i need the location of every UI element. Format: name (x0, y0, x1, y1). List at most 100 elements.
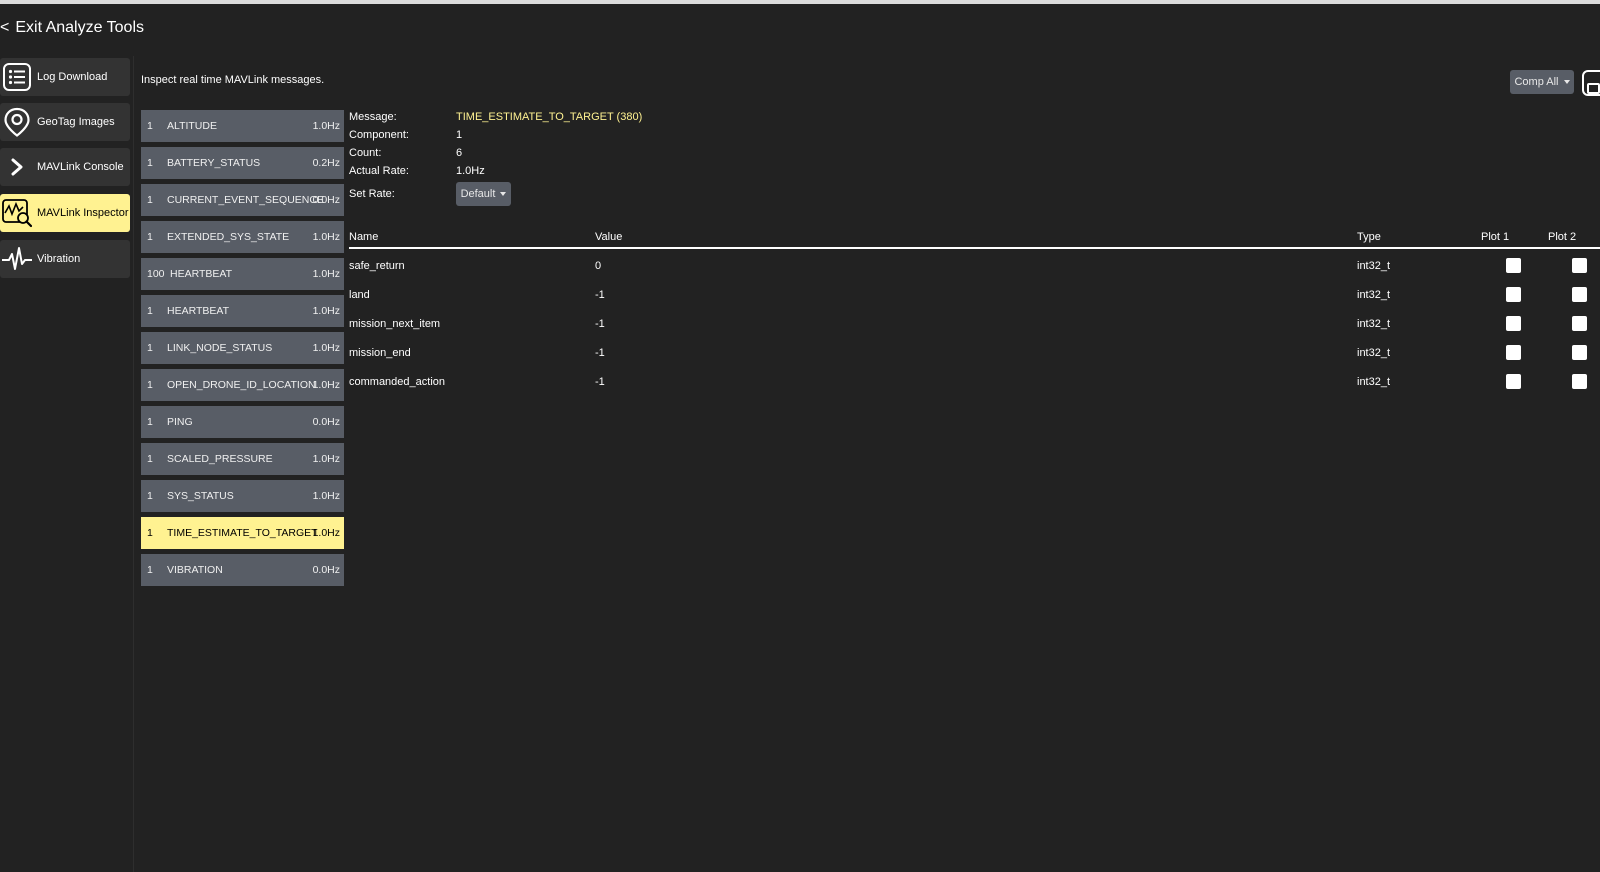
message-row[interactable]: 1 SCALED_PRESSURE 1.0Hz (141, 443, 344, 475)
message-rate: 1.0Hz (312, 305, 340, 317)
message-system-id: 1 (147, 120, 153, 132)
message-rate: 0.0Hz (312, 564, 340, 576)
plot2-checkbox[interactable] (1572, 287, 1587, 302)
set-rate-label: Set Rate: (349, 188, 395, 200)
exit-analyze-tools-button[interactable]: < Exit Analyze Tools (0, 16, 144, 40)
plot2-checkbox[interactable] (1572, 345, 1587, 360)
list-icon (0, 58, 34, 96)
sidebar-item-geotag-images[interactable]: GeoTag Images (0, 103, 130, 141)
caret-down-icon (1563, 80, 1570, 84)
field-type: int32_t (1357, 318, 1391, 330)
sidebar-item-label: Vibration (37, 253, 81, 265)
plot1-checkbox[interactable] (1506, 316, 1521, 331)
message-value: TIME_ESTIMATE_TO_TARGET (380) (456, 111, 643, 123)
plot2-checkbox[interactable] (1572, 258, 1587, 273)
detach-window-button[interactable] (1582, 70, 1600, 96)
message-name: LINK_NODE_STATUS (167, 342, 273, 354)
message-name: TIME_ESTIMATE_TO_TARGET (167, 527, 318, 539)
field-name: mission_end (349, 347, 411, 359)
component-value: 1 (456, 129, 463, 141)
message-name: CURRENT_EVENT_SEQUENCE (167, 194, 324, 206)
message-name: SYS_STATUS (167, 490, 234, 502)
sidebar-item-label: GeoTag Images (37, 116, 115, 128)
component-select-label: Comp All (1514, 76, 1559, 88)
plot2-checkbox[interactable] (1572, 374, 1587, 389)
map-pin-icon (0, 103, 34, 141)
set-rate-value: Default (460, 188, 496, 200)
count-value: 6 (456, 147, 463, 159)
message-row[interactable]: 1 LINK_NODE_STATUS 1.0Hz (141, 332, 344, 364)
message-row[interactable]: 1 OPEN_DRONE_ID_LOCATION 1.0Hz (141, 369, 344, 401)
window-top-strip (0, 0, 1600, 4)
chevron-left-icon: < (0, 19, 10, 36)
message-system-id: 100 (147, 268, 165, 280)
message-system-id: 1 (147, 490, 153, 502)
field-name: commanded_action (349, 376, 446, 388)
message-row[interactable]: 1 SYS_STATUS 1.0Hz (141, 480, 344, 512)
message-rate: 0.0Hz (312, 416, 340, 428)
count-label: Count: (349, 147, 382, 159)
plot1-checkbox[interactable] (1506, 374, 1521, 389)
message-system-id: 1 (147, 157, 153, 169)
message-rate: 1.0Hz (312, 490, 340, 502)
actual-rate-label: Actual Rate: (349, 165, 409, 177)
message-row[interactable]: 1 HEARTBEAT 1.0Hz (141, 295, 344, 327)
chevron-right-icon (0, 148, 34, 186)
message-rate: 1.0Hz (312, 231, 340, 243)
sidebar-item-mavlink-inspector[interactable]: MAVLink Inspector (0, 194, 130, 232)
chart-search-icon (0, 194, 34, 232)
field-type: int32_t (1357, 376, 1391, 388)
message-name: ALTITUDE (167, 120, 217, 132)
plot1-checkbox[interactable] (1506, 258, 1521, 273)
column-header-plot2: Plot 2 (1548, 231, 1577, 243)
message-rate: 0.0Hz (312, 194, 340, 206)
plot1-checkbox[interactable] (1506, 345, 1521, 360)
message-name: PING (167, 416, 193, 428)
column-header-plot1: Plot 1 (1481, 231, 1510, 243)
message-system-id: 1 (147, 453, 153, 465)
message-rate: 1.0Hz (312, 379, 340, 391)
message-system-id: 1 (147, 305, 153, 317)
message-name: SCALED_PRESSURE (167, 453, 273, 465)
field-name: mission_next_item (349, 318, 441, 330)
message-row[interactable]: 1 VIBRATION 0.0Hz (141, 554, 344, 586)
message-rate: 1.0Hz (312, 527, 340, 539)
message-row[interactable]: 1 PING 0.0Hz (141, 406, 344, 438)
message-row[interactable]: 100 HEARTBEAT 1.0Hz (141, 258, 344, 290)
message-rate: 1.0Hz (312, 120, 340, 132)
field-type: int32_t (1357, 260, 1391, 272)
message-system-id: 1 (147, 342, 153, 354)
sidebar-item-label: MAVLink Inspector (37, 207, 129, 219)
message-label: Message: (349, 111, 397, 123)
message-name: HEARTBEAT (170, 268, 233, 280)
component-label: Component: (349, 129, 409, 141)
sidebar-item-log-download[interactable]: Log Download (0, 58, 130, 96)
message-name: OPEN_DRONE_ID_LOCATION (167, 379, 316, 391)
field-value: -1 (595, 289, 605, 301)
caret-down-icon (500, 192, 507, 196)
message-rate: 1.0Hz (312, 268, 340, 280)
column-header-name: Name (349, 231, 379, 243)
field-value: -1 (595, 318, 605, 330)
set-rate-select[interactable]: Default (456, 182, 511, 206)
sidebar-item-label: MAVLink Console (37, 161, 124, 173)
message-row-selected[interactable]: 1 TIME_ESTIMATE_TO_TARGET 1.0Hz (141, 517, 344, 549)
message-rate: 1.0Hz (312, 453, 340, 465)
message-row[interactable]: 1 ALTITUDE 1.0Hz (141, 110, 344, 142)
sidebar-item-mavlink-console[interactable]: MAVLink Console (0, 148, 130, 186)
sidebar-item-vibration[interactable]: Vibration (0, 240, 130, 278)
component-select[interactable]: Comp All (1510, 70, 1574, 94)
actual-rate-value: 1.0Hz (456, 165, 485, 177)
message-row[interactable]: 1 BATTERY_STATUS 0.2Hz (141, 147, 344, 179)
column-header-type: Type (1357, 231, 1381, 243)
message-rate: 1.0Hz (312, 342, 340, 354)
plot2-checkbox[interactable] (1572, 316, 1587, 331)
message-system-id: 1 (147, 416, 153, 428)
plot1-checkbox[interactable] (1506, 287, 1521, 302)
message-row[interactable]: 1 CURRENT_EVENT_SEQUENCE 0.0Hz (141, 184, 344, 216)
message-system-id: 1 (147, 527, 153, 539)
message-system-id: 1 (147, 564, 153, 576)
column-header-value: Value (595, 231, 623, 243)
message-row[interactable]: 1 EXTENDED_SYS_STATE 1.0Hz (141, 221, 344, 253)
page-description: Inspect real time MAVLink messages. (141, 74, 325, 86)
